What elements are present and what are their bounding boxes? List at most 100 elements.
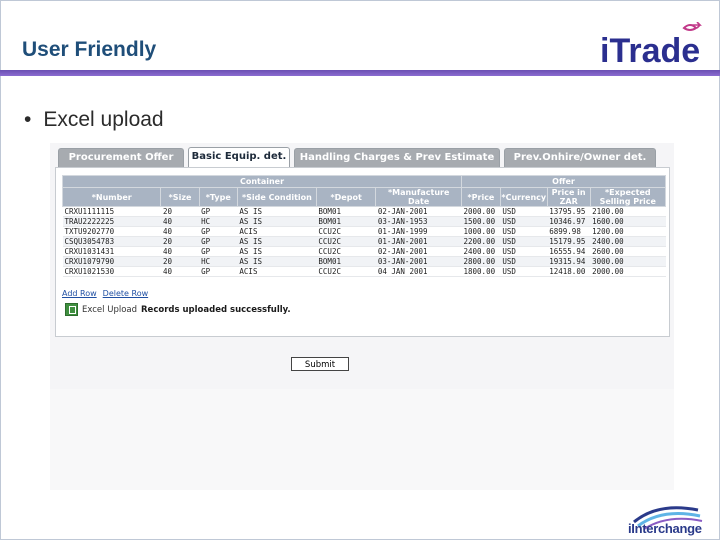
table-row[interactable]: CRXU1111115 20 GP AS IS BOM01 02-JAN-200… — [62, 206, 666, 217]
cell-price[interactable]: 2200.00 — [461, 236, 501, 247]
cell-manufacture-date[interactable]: 03-JAN-2001 — [375, 256, 462, 267]
cell-number[interactable]: CRXU1031431 — [62, 246, 161, 257]
cell-depot[interactable]: CCU2C — [316, 266, 376, 277]
cell-currency[interactable]: USD — [500, 266, 548, 277]
cell-manufacture-date[interactable]: 04 JAN 2001 — [375, 266, 462, 277]
cell-manufacture-date[interactable]: 03-JAN-1953 — [375, 216, 462, 227]
cell-manufacture-date[interactable]: 02-JAN-2001 — [375, 246, 462, 257]
cell-expected-selling-price[interactable]: 1600.00 — [590, 216, 666, 227]
cell-number[interactable]: TRAU2222225 — [62, 216, 161, 227]
cell-size[interactable]: 40 — [160, 216, 200, 227]
cell-type[interactable]: GP — [199, 266, 238, 277]
cell-size[interactable]: 20 — [160, 236, 200, 247]
group-header-offer: Offer — [461, 175, 666, 188]
cell-type[interactable]: GP — [199, 236, 238, 247]
cell-depot[interactable]: BOM01 — [316, 256, 376, 267]
cell-price[interactable]: 1000.00 — [461, 226, 501, 237]
col-price[interactable]: *Price — [461, 187, 501, 207]
cell-depot[interactable]: CCU2C — [316, 226, 376, 237]
cell-expected-selling-price[interactable]: 2400.00 — [590, 236, 666, 247]
cell-side-condition[interactable]: AS IS — [237, 236, 317, 247]
cell-side-condition[interactable]: AS IS — [237, 216, 317, 227]
row-links: Add Row Delete Row — [62, 289, 154, 298]
table-row[interactable]: CRXU1031431 40 GP AS IS CCU2C 02-JAN-200… — [62, 246, 666, 257]
cell-price[interactable]: 2400.00 — [461, 246, 501, 257]
cell-number[interactable]: TXTU9202770 — [62, 226, 161, 237]
table-row[interactable]: TXTU9202770 40 GP ACIS CCU2C 01-JAN-1999… — [62, 226, 666, 237]
cell-size[interactable]: 20 — [160, 206, 200, 217]
app-screenshot: Procurement Offer Basic Equip. det. Hand… — [50, 143, 674, 490]
group-header-container: Container — [62, 175, 462, 188]
cell-manufacture-date[interactable]: 01-JAN-1999 — [375, 226, 462, 237]
col-manufacture-date[interactable]: *Manufacture Date — [375, 187, 462, 207]
cell-size[interactable]: 40 — [160, 266, 200, 277]
cell-side-condition[interactable]: ACIS — [237, 226, 317, 237]
cell-price[interactable]: 1800.00 — [461, 266, 501, 277]
cell-currency[interactable]: USD — [500, 256, 548, 267]
cell-expected-selling-price[interactable]: 2600.00 — [590, 246, 666, 257]
tab-handling-charges[interactable]: Handling Charges & Prev Estimate — [294, 148, 500, 167]
cell-currency[interactable]: USD — [500, 236, 548, 247]
cell-size[interactable]: 20 — [160, 256, 200, 267]
slide-title: User Friendly — [22, 38, 157, 61]
table-row[interactable]: TRAU2222225 40 HC AS IS BOM01 03-JAN-195… — [62, 216, 666, 227]
cell-currency[interactable]: USD — [500, 216, 548, 227]
cell-depot[interactable]: CCU2C — [316, 246, 376, 257]
excel-upload-label[interactable]: Excel Upload — [82, 305, 137, 315]
cell-side-condition[interactable]: AS IS — [237, 206, 317, 217]
cell-manufacture-date[interactable]: 02-JAN-2001 — [375, 206, 462, 217]
cell-number[interactable]: CRXU1079790 — [62, 256, 161, 267]
col-depot[interactable]: *Depot — [315, 187, 377, 207]
cell-type[interactable]: GP — [199, 226, 238, 237]
col-side-condition[interactable]: *Side Condition — [236, 187, 317, 207]
table-row[interactable]: CRXU1079790 20 HC AS IS BOM01 03-JAN-200… — [62, 256, 666, 267]
delete-row-link[interactable]: Delete Row — [103, 289, 148, 298]
cell-type[interactable]: GP — [199, 246, 238, 257]
table-row[interactable]: CSQU3054783 20 GP AS IS CCU2C 01-JAN-200… — [62, 236, 666, 247]
add-row-link[interactable]: Add Row — [62, 289, 97, 298]
cell-price-zar: 19315.94 — [547, 256, 591, 267]
cell-currency[interactable]: USD — [500, 246, 548, 257]
cell-size[interactable]: 40 — [160, 226, 200, 237]
col-size[interactable]: *Size — [160, 187, 200, 207]
submit-button[interactable]: Submit — [291, 357, 349, 371]
col-number[interactable]: *Number — [61, 187, 162, 207]
col-price-zar[interactable]: Price in ZAR — [546, 187, 591, 207]
bullet-item: • Excel upload — [24, 108, 164, 132]
cell-depot[interactable]: BOM01 — [316, 216, 376, 227]
cell-side-condition[interactable]: ACIS — [237, 266, 317, 277]
cell-currency[interactable]: USD — [500, 226, 548, 237]
tab-basic-equip-det[interactable]: Basic Equip. det. — [188, 147, 290, 168]
col-expected-selling-price[interactable]: *Expected Selling Price — [589, 187, 667, 207]
cell-side-condition[interactable]: AS IS — [237, 256, 317, 267]
tab-procurement-offer[interactable]: Procurement Offer — [58, 148, 184, 167]
excel-icon[interactable] — [65, 303, 78, 316]
col-type[interactable]: *Type — [198, 187, 238, 207]
cell-number[interactable]: CRXU1111115 — [62, 206, 161, 217]
cell-price[interactable]: 2000.00 — [461, 206, 501, 217]
cell-number[interactable]: CRXU1021530 — [62, 266, 161, 277]
cell-currency[interactable]: USD — [500, 206, 548, 217]
col-currency[interactable]: *Currency — [499, 187, 548, 207]
cell-type[interactable]: HC — [199, 256, 238, 267]
cell-price[interactable]: 2800.00 — [461, 256, 501, 267]
cell-side-condition[interactable]: AS IS — [237, 246, 317, 257]
cell-size[interactable]: 40 — [160, 246, 200, 257]
cell-manufacture-date[interactable]: 01-JAN-2001 — [375, 236, 462, 247]
iinterchange-logo-text: iInterchange — [628, 521, 702, 536]
cell-type[interactable]: GP — [199, 206, 238, 217]
table-row[interactable]: CRXU1021530 40 GP ACIS CCU2C 04 JAN 2001… — [62, 266, 666, 277]
cell-expected-selling-price[interactable]: 2100.00 — [590, 206, 666, 217]
cell-expected-selling-price[interactable]: 1200.00 — [590, 226, 666, 237]
bullet-text: Excel upload — [43, 108, 164, 131]
cell-number[interactable]: CSQU3054783 — [62, 236, 161, 247]
cell-depot[interactable]: BOM01 — [316, 206, 376, 217]
cell-price[interactable]: 1500.00 — [461, 216, 501, 227]
cell-price-zar: 16555.94 — [547, 246, 591, 257]
cell-expected-selling-price[interactable]: 2000.00 — [590, 266, 666, 277]
cell-depot[interactable]: CCU2C — [316, 236, 376, 247]
cell-price-zar: 13795.95 — [547, 206, 591, 217]
cell-expected-selling-price[interactable]: 3000.00 — [590, 256, 666, 267]
tab-prev-onhire[interactable]: Prev.Onhire/Owner det. — [504, 148, 656, 167]
cell-type[interactable]: HC — [199, 216, 238, 227]
